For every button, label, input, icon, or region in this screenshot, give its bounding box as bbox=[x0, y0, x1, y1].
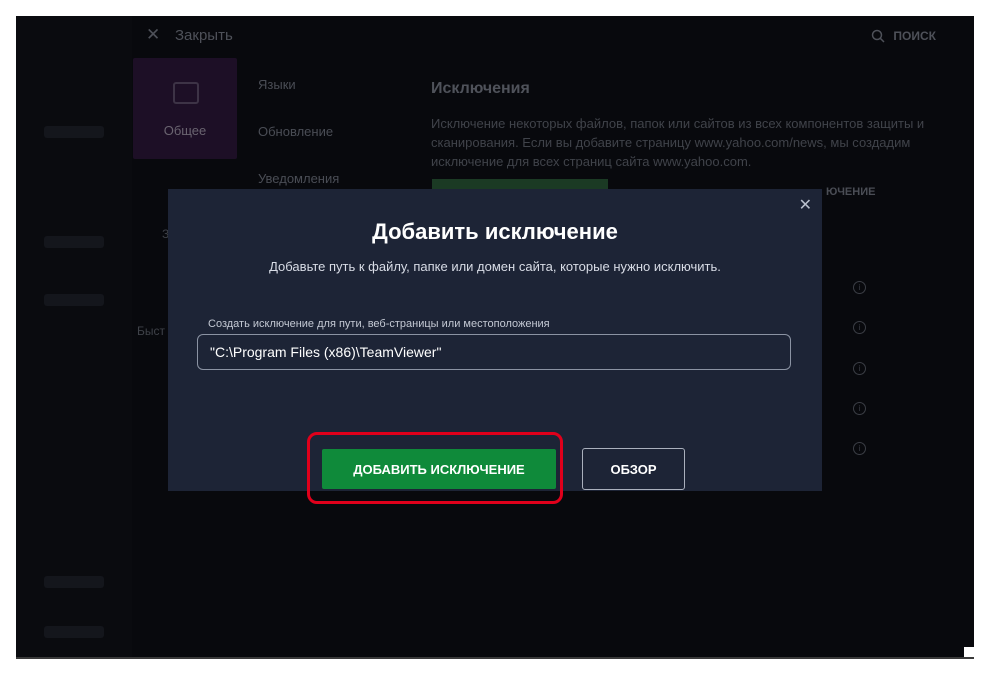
add-exception-button[interactable]: ДОБАВИТЬ ИСКЛЮЧЕНИЕ bbox=[322, 449, 556, 489]
info-icon[interactable]: i bbox=[853, 281, 866, 294]
section-description: Исключение некоторых файлов, папок или с… bbox=[431, 116, 925, 169]
info-icon[interactable]: i bbox=[853, 321, 866, 334]
close-icon[interactable]: ✕ bbox=[146, 25, 160, 45]
close-icon[interactable]: ✕ bbox=[799, 195, 812, 215]
top-bar: ✕ Закрыть ПОИСК bbox=[132, 16, 974, 56]
side-text-fragment: Быст bbox=[137, 324, 165, 338]
nav-item[interactable] bbox=[44, 126, 104, 138]
info-icon[interactable]: i bbox=[853, 442, 866, 455]
menu-item-updates[interactable]: Обновление bbox=[258, 124, 333, 139]
window-shadow bbox=[16, 657, 974, 659]
path-input[interactable] bbox=[197, 334, 791, 370]
left-navigation bbox=[16, 16, 132, 657]
nav-item[interactable] bbox=[44, 294, 104, 306]
path-field-label: Создать исключение для пути, веб-страниц… bbox=[208, 318, 550, 330]
nav-item[interactable] bbox=[44, 236, 104, 248]
section-title: Исключения bbox=[431, 80, 530, 97]
add-exception-bg-button[interactable] bbox=[432, 179, 608, 189]
search-icon bbox=[872, 29, 885, 43]
search-button[interactable]: ПОИСК bbox=[871, 29, 936, 43]
menu-item-languages[interactable]: Языки bbox=[258, 77, 296, 92]
menu-item-notifications[interactable]: Уведомления bbox=[258, 171, 339, 186]
dialog-subtitle: Добавьте путь к файлу, папке или домен с… bbox=[269, 259, 721, 274]
browse-button[interactable]: ОБЗОР bbox=[582, 448, 685, 490]
nav-item[interactable] bbox=[44, 626, 104, 638]
corner-mark bbox=[964, 647, 974, 657]
tile-label: Общее bbox=[163, 123, 207, 138]
close-label[interactable]: Закрыть bbox=[175, 27, 233, 44]
nav-item[interactable] bbox=[44, 576, 104, 588]
add-exception-dialog: ✕ Добавить исключение Добавьте путь к фа… bbox=[168, 189, 822, 504]
search-label: ПОИСК bbox=[893, 29, 936, 43]
monitor-icon bbox=[173, 82, 199, 104]
app-window: ✕ Закрыть ПОИСК Общее Языки Обновление У… bbox=[16, 16, 974, 657]
info-icon[interactable]: i bbox=[853, 402, 866, 415]
column-header: ЮЧЕНИЕ bbox=[826, 186, 876, 198]
dialog-title: Добавить исключение bbox=[372, 219, 618, 244]
info-icon[interactable]: i bbox=[853, 362, 866, 375]
settings-tile-general[interactable]: Общее bbox=[133, 58, 237, 159]
